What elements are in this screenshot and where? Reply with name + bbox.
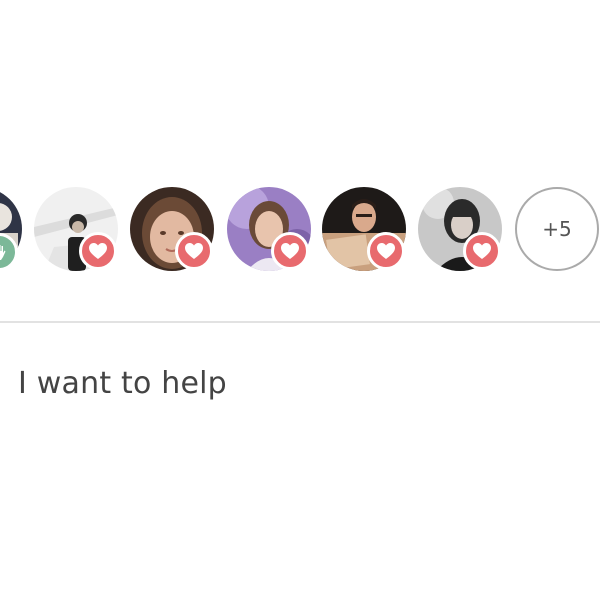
heart-icon (367, 232, 405, 270)
page: +5 I want to help (0, 0, 600, 600)
heart-icon (79, 232, 117, 270)
radio-icon[interactable] (0, 376, 6, 394)
heart-icon (175, 232, 213, 270)
help-option-label[interactable]: I want to help (18, 366, 227, 401)
divider (0, 321, 600, 323)
heart-icon (271, 232, 309, 270)
supporters-avatar-row: +5 (0, 0, 600, 320)
more-supporters-button[interactable]: +5 (515, 187, 599, 271)
heart-icon (463, 232, 501, 270)
